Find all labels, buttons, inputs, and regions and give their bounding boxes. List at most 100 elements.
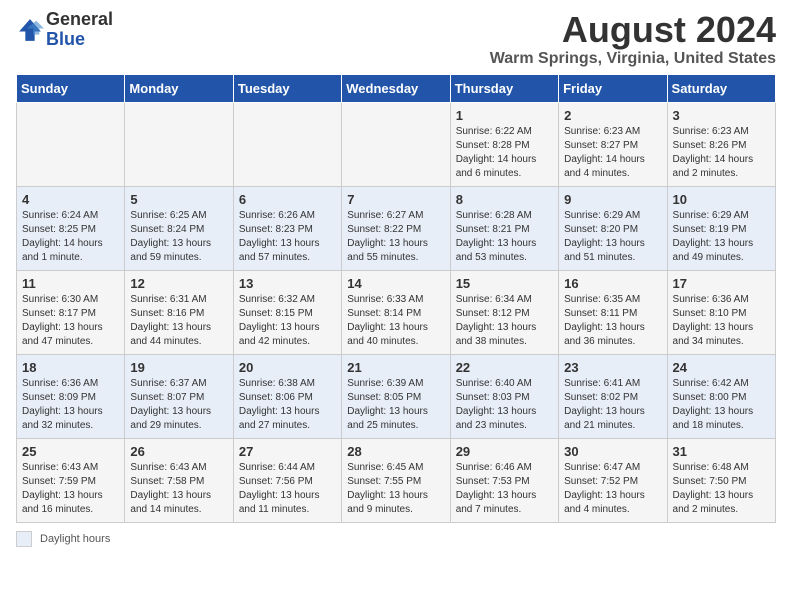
day-info: Sunrise: 6:48 AMSunset: 7:50 PMDaylight:… xyxy=(673,461,770,517)
calendar-cell: 23 Sunrise: 6:41 AMSunset: 8:02 PMDayligh… xyxy=(559,354,667,438)
day-info: Sunrise: 6:24 AMSunset: 8:25 PMDaylight:… xyxy=(22,209,119,265)
calendar-cell: 31 Sunrise: 6:48 AMSunset: 7:50 PMDayligh… xyxy=(667,438,775,522)
day-info: Sunrise: 6:22 AMSunset: 8:28 PMDaylight:… xyxy=(456,125,553,181)
day-number: 20 xyxy=(239,360,336,375)
day-number: 8 xyxy=(456,192,553,207)
calendar-cell: 30Sunrise: 6:47 AMSunset: 7:52 PMDayligh… xyxy=(559,438,667,522)
calendar-cell: 24 Sunrise: 6:42 AMSunset: 8:00 PMDayligh… xyxy=(667,354,775,438)
calendar-cell: 6 Sunrise: 6:26 AMSunset: 8:23 PMDaylight… xyxy=(233,186,341,270)
calendar-cell xyxy=(125,102,233,186)
day-number: 13 xyxy=(239,276,336,291)
calendar-week-row: 4 Sunrise: 6:24 AMSunset: 8:25 PMDaylight… xyxy=(17,186,776,270)
day-info: Sunrise: 6:30 AMSunset: 8:17 PMDaylight:… xyxy=(22,293,119,349)
calendar-cell: 21 Sunrise: 6:39 AMSunset: 8:05 PMDayligh… xyxy=(342,354,450,438)
logo-blue: Blue xyxy=(46,30,113,50)
day-number: 29 xyxy=(456,444,553,459)
calendar-table: SundayMondayTuesdayWednesdayThursdayFrid… xyxy=(16,74,776,523)
day-number: 14 xyxy=(347,276,444,291)
weekday-header: Wednesday xyxy=(342,74,450,102)
weekday-header: Saturday xyxy=(667,74,775,102)
calendar-cell: 26 Sunrise: 6:43 AMSunset: 7:58 PMDayligh… xyxy=(125,438,233,522)
day-number: 25 xyxy=(22,444,119,459)
day-number: 7 xyxy=(347,192,444,207)
calendar-week-row: 11Sunrise: 6:30 AMSunset: 8:17 PMDayligh… xyxy=(17,270,776,354)
calendar-cell: 22 Sunrise: 6:40 AMSunset: 8:03 PMDayligh… xyxy=(450,354,558,438)
calendar-cell: 14Sunrise: 6:33 AMSunset: 8:14 PMDayligh… xyxy=(342,270,450,354)
calendar-cell: 29 Sunrise: 6:46 AMSunset: 7:53 PMDayligh… xyxy=(450,438,558,522)
day-number: 6 xyxy=(239,192,336,207)
calendar-cell xyxy=(233,102,341,186)
calendar-cell: 7Sunrise: 6:27 AMSunset: 8:22 PMDaylight… xyxy=(342,186,450,270)
calendar-cell: 20 Sunrise: 6:38 AMSunset: 8:06 PMDayligh… xyxy=(233,354,341,438)
weekday-header: Thursday xyxy=(450,74,558,102)
day-number: 2 xyxy=(564,108,661,123)
calendar-cell: 4 Sunrise: 6:24 AMSunset: 8:25 PMDaylight… xyxy=(17,186,125,270)
day-info: Sunrise: 6:25 AMSunset: 8:24 PMDaylight:… xyxy=(130,209,227,265)
calendar-cell: 12Sunrise: 6:31 AMSunset: 8:16 PMDayligh… xyxy=(125,270,233,354)
day-number: 17 xyxy=(673,276,770,291)
day-info: Sunrise: 6:38 AMSunset: 8:06 PMDaylight:… xyxy=(239,377,336,433)
legend: Daylight hours xyxy=(16,531,776,547)
calendar-week-row: 1 Sunrise: 6:22 AMSunset: 8:28 PMDaylight… xyxy=(17,102,776,186)
day-info: Sunrise: 6:26 AMSunset: 8:23 PMDaylight:… xyxy=(239,209,336,265)
calendar-cell: 2Sunrise: 6:23 AMSunset: 8:27 PMDaylight… xyxy=(559,102,667,186)
day-info: Sunrise: 6:29 AMSunset: 8:19 PMDaylight:… xyxy=(673,209,770,265)
calendar-cell: 11Sunrise: 6:30 AMSunset: 8:17 PMDayligh… xyxy=(17,270,125,354)
day-number: 5 xyxy=(130,192,227,207)
logo: General Blue xyxy=(16,10,113,50)
day-info: Sunrise: 6:23 AMSunset: 8:26 PMDaylight:… xyxy=(673,125,770,181)
page: General Blue August 2024 Warm Springs, V… xyxy=(0,0,792,563)
calendar-cell: 16 Sunrise: 6:35 AMSunset: 8:11 PMDayligh… xyxy=(559,270,667,354)
logo-general: General xyxy=(46,10,113,30)
day-info: Sunrise: 6:40 AMSunset: 8:03 PMDaylight:… xyxy=(456,377,553,433)
calendar-cell: 3Sunrise: 6:23 AMSunset: 8:26 PMDaylight… xyxy=(667,102,775,186)
calendar-cell: 1 Sunrise: 6:22 AMSunset: 8:28 PMDaylight… xyxy=(450,102,558,186)
day-number: 22 xyxy=(456,360,553,375)
weekday-header: Sunday xyxy=(17,74,125,102)
day-info: Sunrise: 6:46 AMSunset: 7:53 PMDaylight:… xyxy=(456,461,553,517)
day-info: Sunrise: 6:39 AMSunset: 8:05 PMDaylight:… xyxy=(347,377,444,433)
day-number: 1 xyxy=(456,108,553,123)
day-number: 30 xyxy=(564,444,661,459)
calendar-cell: 13 Sunrise: 6:32 AMSunset: 8:15 PMDayligh… xyxy=(233,270,341,354)
calendar-week-row: 18Sunrise: 6:36 AMSunset: 8:09 PMDayligh… xyxy=(17,354,776,438)
day-info: Sunrise: 6:43 AMSunset: 7:58 PMDaylight:… xyxy=(130,461,227,517)
weekday-header: Tuesday xyxy=(233,74,341,102)
legend-box xyxy=(16,531,32,547)
day-info: Sunrise: 6:28 AMSunset: 8:21 PMDaylight:… xyxy=(456,209,553,265)
day-info: Sunrise: 6:42 AMSunset: 8:00 PMDaylight:… xyxy=(673,377,770,433)
day-number: 23 xyxy=(564,360,661,375)
calendar-cell: 18Sunrise: 6:36 AMSunset: 8:09 PMDayligh… xyxy=(17,354,125,438)
calendar-cell: 27 Sunrise: 6:44 AMSunset: 7:56 PMDayligh… xyxy=(233,438,341,522)
day-info: Sunrise: 6:31 AMSunset: 8:16 PMDaylight:… xyxy=(130,293,227,349)
logo-text: General Blue xyxy=(46,10,113,50)
day-info: Sunrise: 6:34 AMSunset: 8:12 PMDaylight:… xyxy=(456,293,553,349)
day-number: 27 xyxy=(239,444,336,459)
day-number: 31 xyxy=(673,444,770,459)
day-number: 24 xyxy=(673,360,770,375)
day-number: 26 xyxy=(130,444,227,459)
calendar-cell: 28Sunrise: 6:45 AMSunset: 7:55 PMDayligh… xyxy=(342,438,450,522)
day-info: Sunrise: 6:35 AMSunset: 8:11 PMDaylight:… xyxy=(564,293,661,349)
day-number: 16 xyxy=(564,276,661,291)
calendar-cell: 10 Sunrise: 6:29 AMSunset: 8:19 PMDayligh… xyxy=(667,186,775,270)
day-info: Sunrise: 6:29 AMSunset: 8:20 PMDaylight:… xyxy=(564,209,661,265)
day-info: Sunrise: 6:41 AMSunset: 8:02 PMDaylight:… xyxy=(564,377,661,433)
calendar-cell: 25 Sunrise: 6:43 AMSunset: 7:59 PMDayligh… xyxy=(17,438,125,522)
header-row: SundayMondayTuesdayWednesdayThursdayFrid… xyxy=(17,74,776,102)
calendar-cell: 19Sunrise: 6:37 AMSunset: 8:07 PMDayligh… xyxy=(125,354,233,438)
logo-icon xyxy=(16,16,44,44)
day-info: Sunrise: 6:32 AMSunset: 8:15 PMDaylight:… xyxy=(239,293,336,349)
day-number: 9 xyxy=(564,192,661,207)
weekday-header: Monday xyxy=(125,74,233,102)
day-number: 21 xyxy=(347,360,444,375)
calendar-cell: 5 Sunrise: 6:25 AMSunset: 8:24 PMDaylight… xyxy=(125,186,233,270)
day-info: Sunrise: 6:44 AMSunset: 7:56 PMDaylight:… xyxy=(239,461,336,517)
calendar-cell: 15Sunrise: 6:34 AMSunset: 8:12 PMDayligh… xyxy=(450,270,558,354)
month-title: August 2024 xyxy=(490,10,776,50)
day-number: 4 xyxy=(22,192,119,207)
day-info: Sunrise: 6:37 AMSunset: 8:07 PMDaylight:… xyxy=(130,377,227,433)
day-info: Sunrise: 6:43 AMSunset: 7:59 PMDaylight:… xyxy=(22,461,119,517)
day-number: 10 xyxy=(673,192,770,207)
day-info: Sunrise: 6:45 AMSunset: 7:55 PMDaylight:… xyxy=(347,461,444,517)
